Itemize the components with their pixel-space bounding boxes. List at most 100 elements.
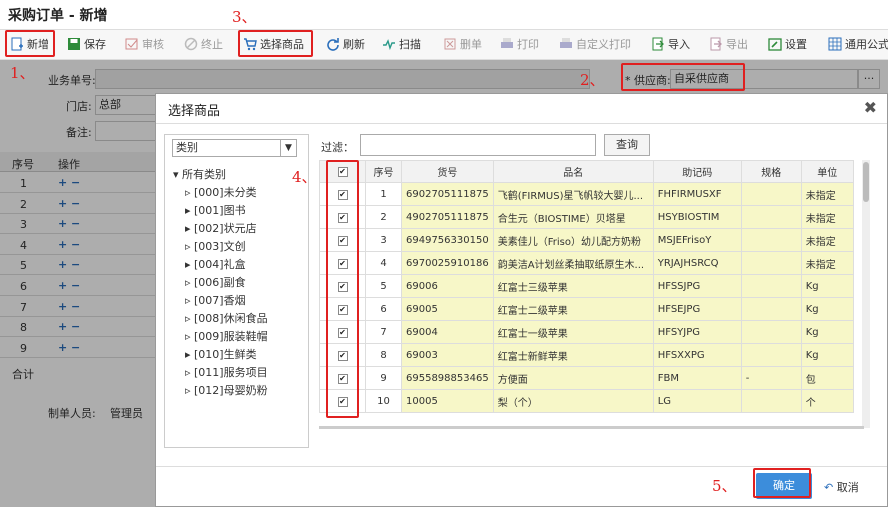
tree-item[interactable]: ▹ [000]未分类	[185, 184, 257, 200]
scrollbar-thumb[interactable]	[863, 162, 869, 202]
tree-item[interactable]: ▸ [002]状元店	[185, 220, 257, 236]
tree-item[interactable]: ▸ [010]生鲜类	[185, 346, 257, 362]
table-cell: ✔	[319, 297, 366, 321]
table-cell: MSJEFrisoY	[652, 228, 742, 252]
row-checkbox[interactable]: ✔	[337, 350, 348, 361]
category-select[interactable]: 类别 ▼	[172, 139, 297, 157]
import-button[interactable]: 导入	[651, 34, 690, 56]
table-cell: 合生元（BIOSTIME）贝塔星	[492, 205, 654, 229]
table-row[interactable]: ✔ 4 6970025910186 韵美洁A计划丝柔抽取纸原生木... YRJAJHSR…	[319, 251, 854, 275]
row-checkbox[interactable]: ✔	[337, 327, 348, 338]
cancel-button[interactable]: ↶ 取消	[824, 479, 859, 495]
tree-item[interactable]: ▹ [008]休闲食品	[185, 310, 268, 326]
delete-button[interactable]: 删单	[443, 34, 482, 56]
common-formula-button[interactable]: 通用公式	[828, 34, 888, 56]
table-cell: ✔	[319, 274, 366, 298]
export-button[interactable]: 导出	[709, 34, 748, 56]
tree-item[interactable]: ▹ [003]文创	[185, 238, 246, 254]
select-goods-button[interactable]: 选择商品	[243, 34, 304, 56]
audit-button[interactable]: 审核	[125, 34, 164, 56]
table-cell: 方便面	[492, 366, 654, 390]
tree-item[interactable]: ▸ [004]礼盒	[185, 256, 246, 272]
tree-item[interactable]: ▸ [001]图书	[185, 202, 246, 218]
ok-button[interactable]: 确定	[756, 473, 812, 499]
table-cell: FBM	[652, 366, 742, 390]
table-cell: 红富士二级苹果	[492, 297, 654, 321]
new-doc-icon	[11, 37, 23, 51]
filter-label: 过滤：	[321, 141, 354, 154]
row-checkbox[interactable]: ✔	[337, 189, 348, 200]
table-cell: 4	[365, 251, 402, 275]
stop-button[interactable]: 终止	[184, 34, 223, 56]
table-row[interactable]: ✔ 10 10005 梨（个） LG 个	[319, 389, 854, 413]
row-checkbox[interactable]: ✔	[337, 212, 348, 223]
vertical-scrollbar[interactable]	[862, 160, 870, 428]
table-cell: 未指定	[800, 251, 854, 275]
tree-item[interactable]: ▹ [006]副食	[185, 274, 246, 290]
new-button[interactable]: 新增	[10, 34, 49, 56]
save-button[interactable]: 保存	[67, 34, 106, 56]
undo-icon: ↶	[824, 481, 837, 494]
refresh-button[interactable]: 刷新	[326, 34, 365, 56]
table-row[interactable]: ✔ 6 69005 红富士二级苹果 HFSEJPG Kg	[319, 297, 854, 321]
table-cell: 1	[365, 182, 402, 206]
table-row[interactable]: ✔ 5 69006 红富士三级苹果 HFSSJPG Kg	[319, 274, 854, 298]
table-cell: 未指定	[800, 228, 854, 252]
table-cell: -	[740, 366, 802, 390]
custom-print-button[interactable]: 自定义打印	[559, 34, 631, 56]
table-row[interactable]: ✔ 2 4902705111875 合生元（BIOSTIME）贝塔星 HSYBIOSTI…	[319, 205, 854, 229]
row-checkbox[interactable]: ✔	[337, 235, 348, 246]
row-checkbox[interactable]: ✔	[337, 373, 348, 384]
toolbar: 新增 保存 审核 终止 选择商品 刷新 扫描 删单 打印 自定义打印 导入 导出…	[0, 30, 888, 60]
table-row[interactable]: ✔ 7 69004 红富士一级苹果 HFSYJPG Kg	[319, 320, 854, 344]
table-cell	[740, 274, 802, 298]
select-all-cell[interactable]: ✔	[319, 160, 366, 183]
table-cell: 梨（个）	[492, 389, 654, 413]
annotation-1: 1、	[10, 64, 35, 82]
audit-icon	[125, 38, 138, 50]
table-row[interactable]: ✔ 3 6949756330150 美素佳儿（Friso）幼儿配方奶粉 MSJEFris…	[319, 228, 854, 252]
table-cell: 红富士新鲜苹果	[492, 343, 654, 367]
table-cell: HFSSJPG	[652, 274, 742, 298]
row-checkbox[interactable]: ✔	[337, 304, 348, 315]
printer-icon	[560, 38, 572, 48]
tree-root[interactable]: ▾ 所有类别	[173, 166, 226, 182]
query-button[interactable]: 查询	[604, 134, 650, 156]
settings-button[interactable]: 设置	[768, 34, 807, 56]
tree-item[interactable]: ▹ [009]服装鞋帽	[185, 328, 268, 344]
table-cell	[740, 297, 802, 321]
table-row[interactable]: ✔ 1 6902705111875 飞鹤(FIRMUS)星飞帆较大婴儿... FHFIR…	[319, 182, 854, 206]
row-checkbox[interactable]: ✔	[337, 396, 348, 407]
table-cell: 6970025910186	[401, 251, 494, 275]
select-all-checkbox[interactable]: ✔	[337, 167, 348, 177]
row-checkbox[interactable]: ✔	[337, 281, 348, 292]
print-button[interactable]: 打印	[500, 34, 539, 56]
horizontal-scrollbar[interactable]	[319, 426, 864, 429]
scan-button[interactable]: 扫描	[382, 34, 421, 56]
table-cell	[740, 205, 802, 229]
annotation-4: 4、	[292, 168, 317, 186]
settings-icon	[768, 38, 782, 51]
table-cell	[740, 251, 802, 275]
scan-icon	[383, 39, 395, 51]
tree-item[interactable]: ▹ [007]香烟	[185, 292, 246, 308]
table-cell: HFSEJPG	[652, 297, 742, 321]
table-cell: 6	[365, 297, 402, 321]
table-row[interactable]: ✔ 8 69003 红富士新鲜苹果 HFSXXPG Kg	[319, 343, 854, 367]
filter-input[interactable]	[360, 134, 596, 156]
annotation-5: 5、	[712, 477, 737, 495]
table-cell: 6902705111875	[401, 182, 494, 206]
table-cell: Kg	[800, 297, 854, 321]
table-cell: Kg	[800, 343, 854, 367]
table-row[interactable]: ✔ 9 6955898853465 方便面 FBM - 包	[319, 366, 854, 390]
tree-item[interactable]: ▹ [011]服务项目	[185, 364, 268, 380]
row-checkbox[interactable]: ✔	[337, 258, 348, 269]
tree-item[interactable]: ▹ [012]母婴奶粉	[185, 382, 268, 398]
table-cell: 个	[800, 389, 854, 413]
close-icon[interactable]: ✖	[864, 98, 877, 117]
goods-table: ✔ 序号 货号 品名 助记码 规格 单位 ✔ 1 6902705111875 飞鹤(F…	[319, 160, 854, 413]
table-cell: 7	[365, 320, 402, 344]
category-tree: 类别 ▼ ▾ 所有类别 ▹ [000]未分类 ▸ [001]图书 ▸ [002]状元店…	[164, 134, 309, 448]
table-cell: 韵美洁A计划丝柔抽取纸原生木...	[492, 251, 654, 275]
table-cell: 2	[365, 205, 402, 229]
